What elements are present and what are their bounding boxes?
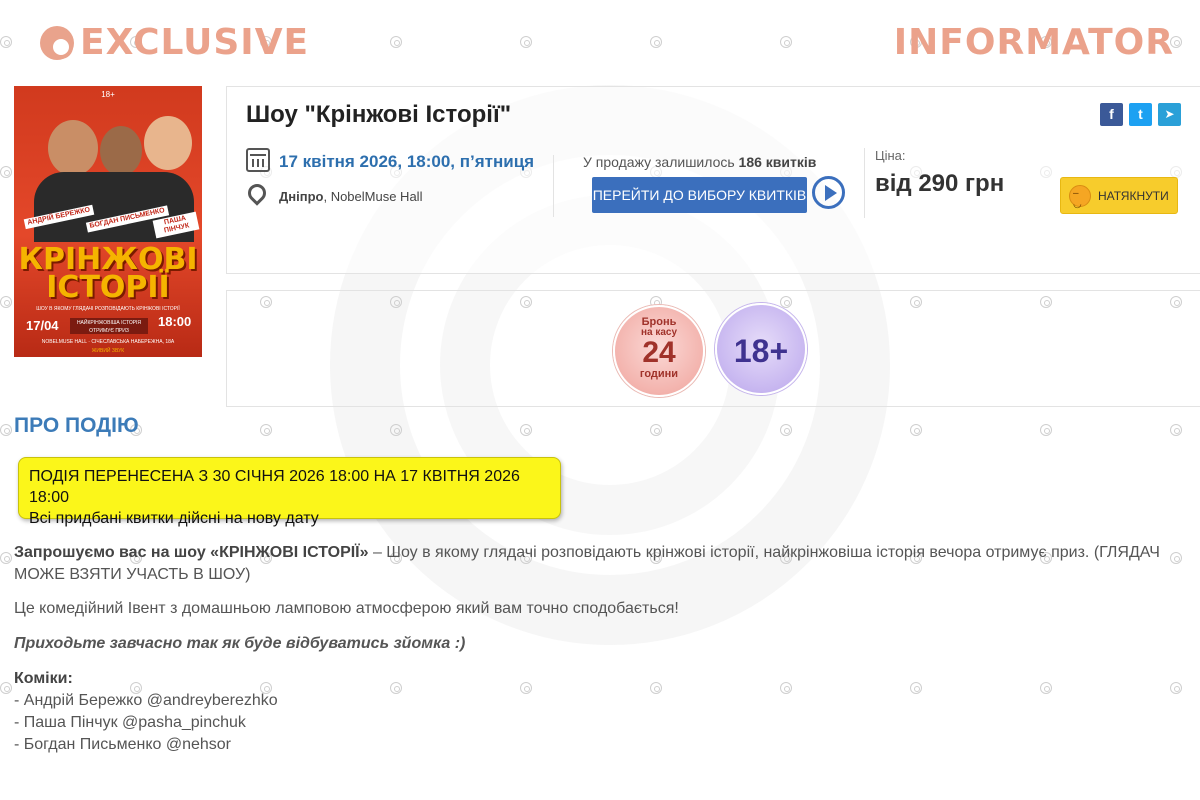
informator-watermark: INFORMATOR	[894, 22, 1174, 63]
poster-badge: НАЙКРІНЖОВІША ІСТОРІЯ ОТРИМУЄ ПРИЗ	[70, 318, 148, 334]
reschedule-notice: ПОДІЯ ПЕРЕНЕСЕНА З 30 СІЧНЯ 2026 18:00 Н…	[18, 457, 561, 527]
watermark-dot-icon	[1040, 424, 1052, 436]
watermark-dot-icon	[0, 424, 12, 436]
watermark-dot-icon	[780, 424, 792, 436]
calendar-icon	[246, 148, 270, 172]
bron-unit: години	[639, 368, 679, 380]
watermark-dot-icon	[0, 36, 12, 48]
watermark-dot-icon	[520, 424, 532, 436]
poster-bottom: ЖИВИЙ ЗВУК	[91, 348, 125, 354]
watermark-dot-icon	[260, 424, 272, 436]
exclusive-watermark: EXCLUSIVE	[40, 22, 309, 63]
event-badges-card	[226, 290, 1200, 407]
description-paragraph-3: Приходьте завчасно так як буде відбувати…	[14, 633, 1184, 655]
description-paragraph-2: Це комедійний Івент з домашньою ламповою…	[14, 600, 679, 617]
nudge-button-label: НАТЯКНУТИ	[1098, 189, 1169, 203]
comics-list: Коміки: - Андрій Бережко @andreyberezhko…	[14, 668, 1184, 756]
watermark-dot-icon	[1170, 424, 1182, 436]
poster-face-middle	[100, 126, 142, 176]
watermark-dot-icon	[0, 552, 12, 564]
watermark-dot-icon	[910, 424, 922, 436]
telegram-share-button[interactable]: ➤	[1158, 103, 1181, 126]
watermark-dot-icon	[780, 36, 792, 48]
watermark-dot-icon	[0, 166, 12, 178]
facebook-share-button[interactable]: f	[1100, 103, 1123, 126]
price-value: від 290 грн	[875, 170, 1005, 197]
telegram-icon: ➤	[1164, 107, 1175, 121]
poster-face-right	[144, 116, 192, 170]
informator-watermark-text: INFORMATOR	[893, 22, 1174, 63]
description-lead: Запрошуємо вас на шоу «КРІНЖОВІ ІСТОРІЇ»	[14, 544, 373, 561]
select-tickets-button[interactable]: ПЕРЕЙТИ ДО ВИБОРУ КВИТКІВ	[592, 177, 807, 213]
box-office-reservation-badge: Бронь на касу 24 години	[613, 305, 705, 397]
poster-date: 17/04	[26, 318, 59, 333]
watermark-dot-icon	[520, 36, 532, 48]
notice-line-2: Всі придбані квитки дійсні на нову дату	[29, 510, 319, 527]
tickets-remaining: У продажу залишилось 186 квитків	[583, 154, 816, 170]
age-restriction-badge: 18+	[715, 303, 807, 395]
watermark-dot-icon	[650, 36, 662, 48]
notice-line-1: ПОДІЯ ПЕРЕНЕСЕНА З 30 СІЧНЯ 2026 18:00 Н…	[29, 468, 520, 506]
poster-title-line2: ІСТОРІЇ	[46, 270, 170, 305]
comic-item: - Паша Пінчук @pasha_pinchuk	[14, 714, 246, 731]
event-date[interactable]: 17 квітня 2026, 18:00, п’ятниця	[279, 152, 534, 172]
nudge-button[interactable]: НАТЯКНУТИ	[1060, 177, 1178, 214]
comic-item: - Андрій Бережко @andreyberezhko	[14, 692, 278, 709]
twitter-share-button[interactable]: t	[1129, 103, 1152, 126]
watermark-dot-icon	[390, 36, 402, 48]
play-video-icon[interactable]	[812, 176, 845, 209]
event-title: Шоу "Крінжові Історії"	[246, 101, 512, 128]
watermark-dot-icon	[0, 296, 12, 308]
price-label: Ціна:	[875, 148, 906, 163]
description-paragraph-1: Запрошуємо вас на шоу «КРІНЖОВІ ІСТОРІЇ»…	[14, 542, 1184, 586]
poster-face-left	[48, 120, 98, 176]
poster-age: 18+	[101, 90, 115, 99]
poster-subtitle: ШОУ В ЯКОМУ ГЛЯДАЧІ РОЗПОВІДАЮТЬ КРІНЖОВ…	[36, 306, 180, 312]
event-venue[interactable]: Дніпро, NobelMuse Hall	[279, 189, 422, 204]
wink-emoji-icon	[1069, 185, 1091, 210]
filming-note: Приходьте завчасно так як буде відбувати…	[14, 635, 466, 652]
watermark-dot-icon	[0, 682, 12, 694]
about-section-title: ПРО ПОДІЮ	[14, 414, 139, 437]
poster-time: 18:00	[158, 314, 192, 329]
eye-icon	[40, 25, 74, 60]
tickets-remaining-count: 186 квитків	[738, 154, 817, 170]
comics-title: Коміки:	[14, 670, 73, 687]
tickets-remaining-prefix: У продажу залишилось	[583, 154, 739, 170]
event-poster[interactable]: 18+ АНДРІЙ БЕРЕЖКО БОГДАН ПИСЬМЕНКО ПАША…	[14, 86, 202, 357]
poster-venue: NOBELMUSE HALL · СІЧЕСЛАВСЬКА НАБЕРЕЖНА,…	[41, 339, 175, 345]
watermark-dot-icon	[650, 424, 662, 436]
watermark-dot-icon	[390, 424, 402, 436]
venue-city: Дніпро	[279, 189, 324, 204]
comic-item: - Богдан Письменко @nehsor	[14, 736, 231, 753]
poster-title: КРІНЖОВІ ІСТОРІЇ	[14, 245, 202, 305]
facebook-icon: f	[1109, 106, 1114, 122]
divider	[864, 148, 865, 218]
venue-name: , NobelMuse Hall	[323, 189, 423, 204]
bron-hours: 24	[642, 336, 676, 369]
twitter-icon: t	[1138, 106, 1143, 122]
exclusive-watermark-text: EXCLUSIVE	[80, 22, 310, 63]
divider	[553, 155, 554, 217]
